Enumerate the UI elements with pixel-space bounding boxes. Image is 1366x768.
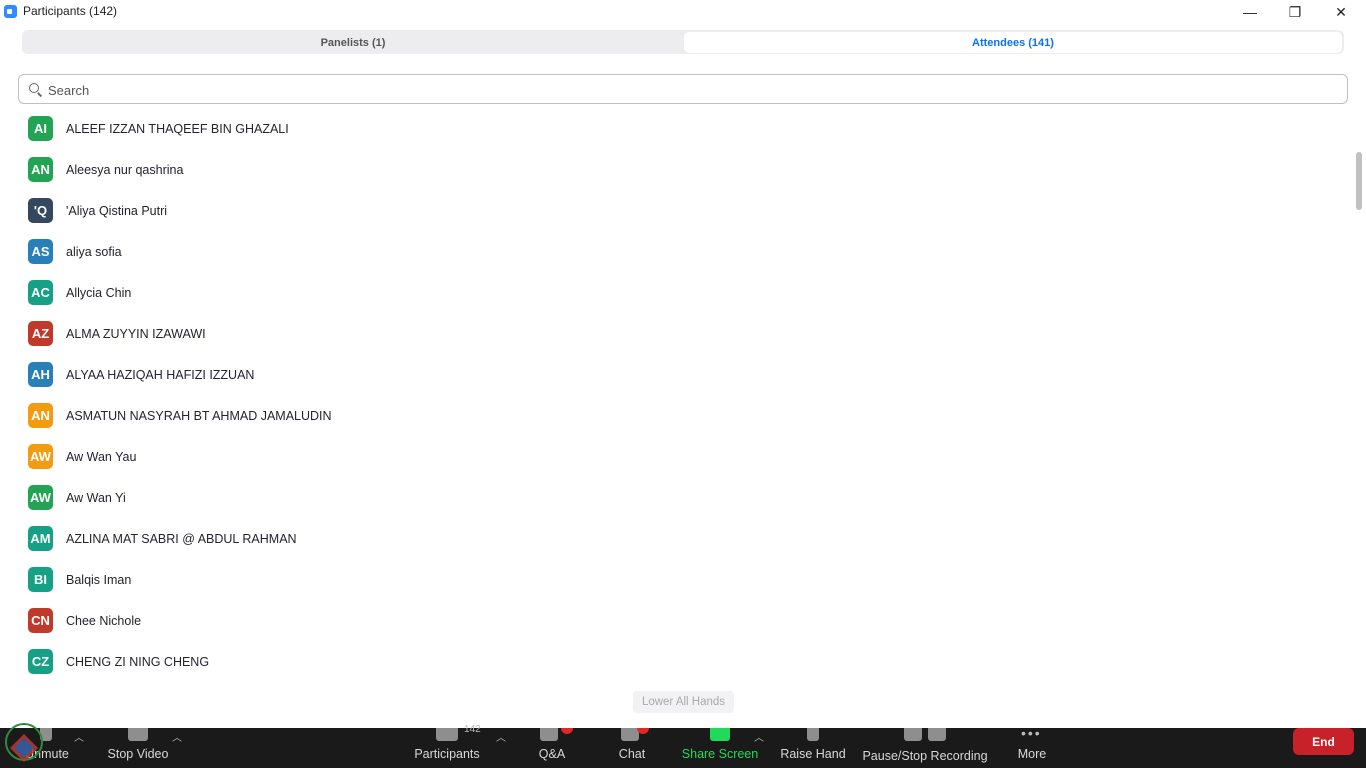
search-icon (29, 83, 39, 93)
restore-button[interactable]: ❐ (1272, 0, 1318, 24)
qa-button[interactable]: Q&A (530, 728, 574, 768)
participant-avatar: AC (28, 280, 53, 305)
share-options-caret-icon[interactable]: ︿ (754, 729, 764, 744)
search-input[interactable] (46, 79, 1330, 101)
close-button[interactable]: ✕ (1318, 0, 1364, 24)
meeting-toolbar: Unmute ︿ Stop Video ︿ 142 Participants ︿… (0, 724, 1366, 768)
participant-row[interactable]: AC Allycia Chin (0, 272, 1350, 313)
participants-label: Participants (414, 747, 480, 761)
pause-recording-icon (904, 728, 922, 741)
title-bar: Participants (142) — ❐ ✕ (0, 0, 1366, 24)
participant-avatar: AI (28, 116, 53, 141)
participant-avatar: AW (28, 485, 53, 510)
participant-name: ALMA ZUYYIN IZAWAWI (66, 327, 206, 341)
participant-name: ASMATUN NASYRAH BT AHMAD JAMALUDIN (66, 409, 332, 423)
more-dots-icon: ••• (1021, 725, 1042, 741)
pause-stop-recording-button[interactable]: Pause/Stop Recording (862, 728, 988, 768)
participant-row[interactable]: 'Q 'Aliya Qistina Putri (0, 190, 1350, 231)
minimize-button[interactable]: — (1227, 0, 1273, 24)
audio-options-caret-icon[interactable]: ︿ (74, 729, 84, 744)
raise-hand-icon (807, 728, 819, 741)
participant-name: CHENG ZI NING CHENG (66, 655, 210, 669)
participant-avatar: AN (28, 403, 53, 428)
qa-label: Q&A (538, 747, 566, 761)
more-label: More (1017, 747, 1047, 761)
recording-label: Pause/Stop Recording (862, 749, 988, 763)
participant-avatar: AW (28, 444, 53, 469)
lower-all-hands-button[interactable]: Lower All Hands (633, 691, 734, 713)
share-screen-button[interactable]: Share Screen (680, 728, 760, 768)
raise-hand-label: Raise Hand (780, 747, 846, 761)
stop-video-label: Stop Video (107, 747, 169, 761)
zoom-app-icon (4, 5, 17, 18)
participant-avatar: AH (28, 362, 53, 387)
search-box (18, 74, 1348, 104)
participant-row[interactable]: AS aliya sofia (0, 231, 1350, 272)
end-meeting-button[interactable]: End (1293, 728, 1354, 755)
participant-avatar: AS (28, 239, 53, 264)
participant-row[interactable]: AN Aleesya nur qashrina (0, 149, 1350, 190)
participant-name: 'Aliya Qistina Putri (66, 204, 168, 218)
tab-panelists[interactable]: Panelists (1) (24, 32, 682, 53)
participant-name: Balqis Iman (66, 573, 132, 587)
window-title: Participants (142) (23, 4, 118, 18)
scrollbar-thumb[interactable] (1356, 152, 1362, 210)
participant-name: ALEEF IZZAN THAQEEF BIN GHAZALI (66, 122, 289, 136)
participant-list: AI ALEEF IZZAN THAQEEF BIN GHAZALI AN Alees… (0, 108, 1354, 680)
stop-recording-icon (928, 728, 946, 741)
participant-row[interactable]: CN Chee Nichole (0, 600, 1350, 641)
participants-options-caret-icon[interactable]: ︿ (496, 729, 506, 744)
share-screen-label: Share Screen (681, 747, 759, 761)
participant-name: Aw Wan Yau (66, 450, 137, 464)
participant-name: AZLINA MAT SABRI @ ABDUL RAHMAN (66, 532, 297, 546)
video-options-caret-icon[interactable]: ︿ (172, 729, 182, 744)
chat-label: Chat (618, 747, 646, 761)
participant-row[interactable]: AW Aw Wan Yau (0, 436, 1350, 477)
more-button[interactable]: ••• More (1010, 725, 1054, 768)
participant-name: Allycia Chin (66, 286, 132, 300)
participant-avatar: CZ (28, 649, 53, 674)
participant-avatar: CN (28, 608, 53, 633)
qa-icon (540, 728, 558, 741)
participant-name: Aw Wan Yi (66, 491, 126, 505)
chat-button[interactable]: Chat (610, 728, 654, 768)
participant-name: aliya sofia (66, 245, 122, 259)
share-screen-icon (710, 728, 730, 741)
participant-row[interactable]: AZ ALMA ZUYYIN IZAWAWI (0, 313, 1350, 354)
participant-row[interactable]: CZ CHENG ZI NING CHENG (0, 641, 1350, 680)
participant-name: Aleesya nur qashrina (66, 163, 184, 177)
participant-avatar: AM (28, 526, 53, 551)
participant-row[interactable]: AI ALEEF IZZAN THAQEEF BIN GHAZALI (0, 108, 1350, 149)
chat-icon (621, 728, 639, 741)
video-camera-icon (128, 728, 148, 741)
participant-row[interactable]: AM AZLINA MAT SABRI @ ABDUL RAHMAN (0, 518, 1350, 559)
list-scrollbar[interactable] (1354, 110, 1364, 672)
school-logo-watermark (5, 723, 43, 762)
participant-name: ALYAA HAZIQAH HAFIZI IZZUAN (66, 368, 255, 382)
participant-row[interactable]: AW Aw Wan Yi (0, 477, 1350, 518)
participant-avatar: AN (28, 157, 53, 182)
participant-row[interactable]: AH ALYAA HAZIQAH HAFIZI IZZUAN (0, 354, 1350, 395)
participant-row[interactable]: BI Balqis Iman (0, 559, 1350, 600)
participant-row[interactable]: AN ASMATUN NASYRAH BT AHMAD JAMALUDIN (0, 395, 1350, 436)
participants-button[interactable]: 142 Participants (412, 724, 482, 768)
raise-hand-button[interactable]: Raise Hand (780, 728, 846, 768)
tab-attendees[interactable]: Attendees (141) (684, 32, 1342, 53)
qa-notification-badge (561, 728, 573, 734)
participant-tabs: Panelists (1) Attendees (141) (22, 30, 1344, 54)
participant-avatar: AZ (28, 321, 53, 346)
participants-count: 142 (464, 724, 481, 735)
participant-name: Chee Nichole (66, 614, 142, 628)
participant-avatar: 'Q (28, 198, 53, 223)
participants-icon (436, 728, 458, 741)
stop-video-button[interactable]: Stop Video (104, 728, 172, 768)
participant-avatar: BI (28, 567, 53, 592)
